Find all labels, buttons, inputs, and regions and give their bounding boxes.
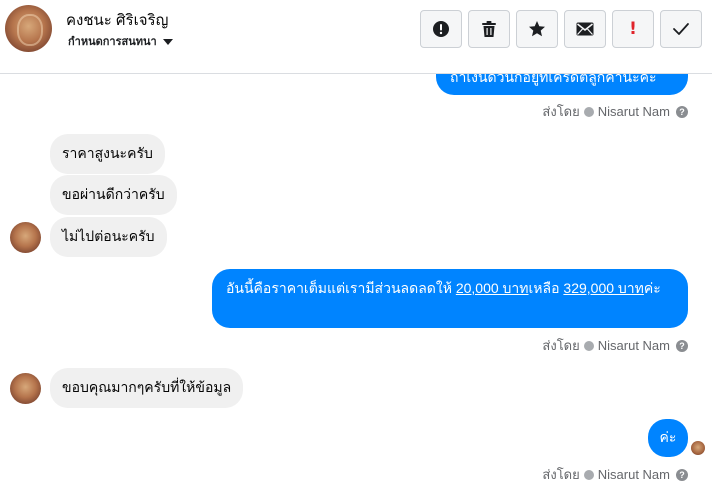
contact-avatar-small[interactable] [10,222,41,253]
sent-by-row: ส่งโดย Nisarut Nam ? [542,335,688,356]
spam-button[interactable]: ! [612,10,654,48]
contact-avatar[interactable] [5,5,52,52]
message-text: ไม่ไปต่อนะครับ [62,228,155,244]
schedule-label: กำหนดการสนทนา [68,36,157,48]
contact-name[interactable]: คงชนะ ศิริเจริญ [66,8,168,32]
mark-unread-button[interactable] [564,10,606,48]
check-circle-icon [583,106,594,117]
price-link[interactable]: 20,000 บาท [456,280,529,296]
message-text-part: ค่ะ [643,280,661,296]
message-text: ค่ะ [659,429,677,445]
outgoing-message[interactable]: ค่ะ [648,419,688,457]
sent-by-label: ส่งโดย [542,467,580,482]
envelope-icon [576,22,594,36]
seen-avatar [691,441,705,455]
schedule-dropdown[interactable]: กำหนดการสนทนา [68,32,173,50]
check-circle-icon [583,469,594,480]
message-text: ขอบคุณมากๆครับที่ให้ข้อมูล [62,379,232,395]
help-icon[interactable]: ? [676,339,688,352]
incoming-message[interactable]: ขอบคุณมากๆครับที่ให้ข้อมูล [50,368,244,408]
message-text: ราคาสูงนะครับ [62,145,153,161]
sent-by-label: ส่งโดย [542,104,580,119]
star-button[interactable] [516,10,558,48]
agent-name[interactable]: Nisarut Nam [598,467,670,482]
outgoing-message[interactable]: ถ้าเงินด่วนก็อยู่ที่เครดิตลูกค้านะคะ [436,74,688,95]
caret-down-icon [162,39,173,45]
sent-by-row: ส่งโดย Nisarut Nam ? [542,464,688,485]
help-icon[interactable]: ? [676,105,688,118]
mark-done-button[interactable] [660,10,702,48]
contact-avatar-small[interactable] [10,373,41,404]
exclamation-icon: ! [629,18,637,39]
conversation-toolbar: ! [420,10,702,48]
incoming-message[interactable]: ขอผ่านดีกว่าครับ [50,175,177,215]
sent-by-row: ส่งโดย Nisarut Nam ? [542,101,688,122]
delete-button[interactable] [468,10,510,48]
agent-name[interactable]: Nisarut Nam [598,104,670,119]
star-icon [529,21,545,37]
incoming-message[interactable]: ไม่ไปต่อนะครับ [50,217,167,257]
checkmark-icon [673,23,689,35]
agent-name[interactable]: Nisarut Nam [598,338,670,353]
message-text: ถ้าเงินด่วนก็อยู่ที่เครดิตลูกค้านะคะ [450,74,657,85]
check-circle-icon [583,340,594,351]
message-text-part: เหลือ [528,280,564,296]
message-thread[interactable]: ถ้าเงินด่วนก็อยู่ที่เครดิตลูกค้านะคะ ส่ง… [0,74,712,496]
incoming-message[interactable]: ราคาสูงนะครับ [50,134,165,174]
outgoing-message[interactable]: อันนี้คือราคาเต็มแต่เรามีส่วนลดลดให้ 20,… [212,269,688,328]
help-icon[interactable]: ? [676,468,688,481]
message-text-part: อันนี้คือราคาเต็มแต่เรามีส่วนลดลดให้ [226,280,456,296]
trash-icon [482,21,496,37]
report-icon [433,21,449,37]
message-text: ขอผ่านดีกว่าครับ [62,186,165,202]
conversation-header: คงชนะ ศิริเจริญ กำหนดการสนทนา ! [0,0,712,74]
report-button[interactable] [420,10,462,48]
sent-by-label: ส่งโดย [542,338,580,353]
price-link[interactable]: 329,000 บาท [563,280,643,296]
